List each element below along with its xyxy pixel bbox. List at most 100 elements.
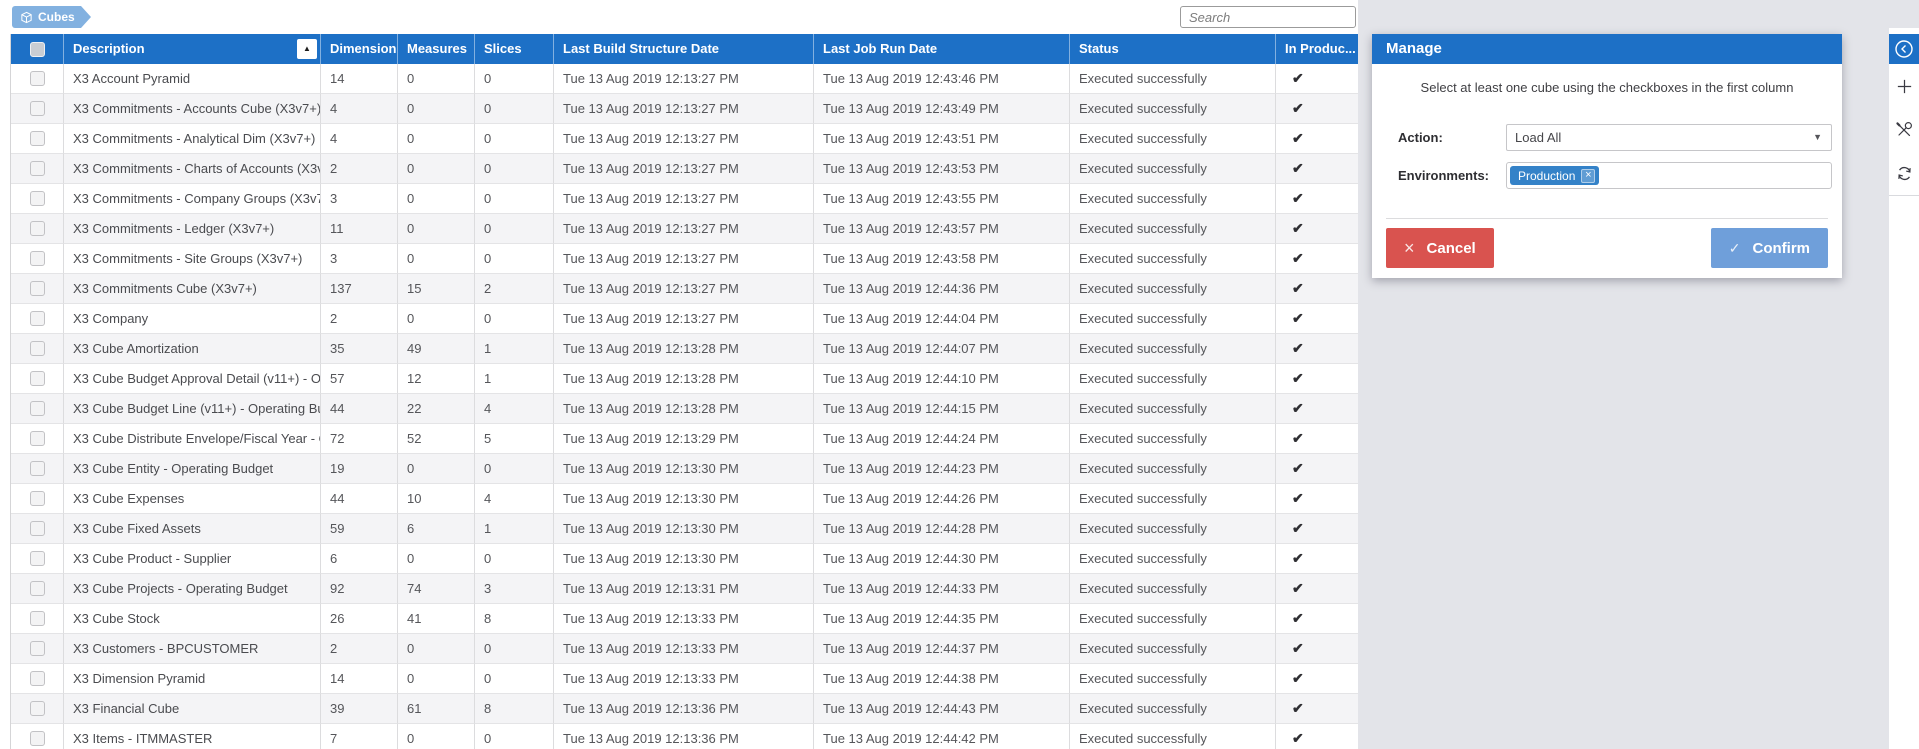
row-checkbox[interactable] <box>30 281 45 296</box>
cube-icon <box>20 11 38 24</box>
column-header-last-job[interactable]: Last Job Run Date <box>814 34 1070 64</box>
table-row[interactable]: X3 Cube Distribute Envelope/Fiscal Year … <box>11 424 1358 454</box>
row-checkbox[interactable] <box>30 611 45 626</box>
table-row[interactable]: X3 Commitments - Site Groups (X3v7+)300T… <box>11 244 1358 274</box>
table-row[interactable]: X3 Commitments - Analytical Dim (X3v7+)4… <box>11 124 1358 154</box>
cell-last-build-date: Tue 13 Aug 2019 12:13:27 PM <box>554 94 814 124</box>
add-button[interactable] <box>1889 64 1919 108</box>
in-production-check-icon: ✔ <box>1284 340 1304 356</box>
search-input[interactable] <box>1180 6 1356 28</box>
cell-measures: 12 <box>398 364 475 394</box>
row-checkbox[interactable] <box>30 251 45 266</box>
table-row[interactable]: X3 Commitments - Charts of Accounts (X3v… <box>11 154 1358 184</box>
in-production-check-icon: ✔ <box>1284 520 1304 536</box>
cell-measures: 0 <box>398 454 475 484</box>
row-checkbox[interactable] <box>30 521 45 536</box>
column-header-dimensions[interactable]: Dimensions <box>321 34 398 64</box>
row-checkbox[interactable] <box>30 641 45 656</box>
cell-slices: 0 <box>475 664 554 694</box>
cell-dimensions: 14 <box>321 664 398 694</box>
cell-last-job-date: Tue 13 Aug 2019 12:44:42 PM <box>814 724 1070 749</box>
tools-button[interactable] <box>1889 108 1919 152</box>
table-row[interactable]: X3 Cube Budget Line (v11+) - Operating B… <box>11 394 1358 424</box>
row-select-cell <box>11 544 64 574</box>
action-selected-value: Load All <box>1515 130 1561 145</box>
cell-status: Executed successfully <box>1070 544 1276 574</box>
table-row[interactable]: X3 Dimension Pyramid1400Tue 13 Aug 2019 … <box>11 664 1358 694</box>
table-row[interactable]: X3 Customers - BPCUSTOMER200Tue 13 Aug 2… <box>11 634 1358 664</box>
row-checkbox[interactable] <box>30 401 45 416</box>
collapse-panel-button[interactable] <box>1889 34 1919 64</box>
table-row[interactable]: X3 Cube Fixed Assets5961Tue 13 Aug 2019 … <box>11 514 1358 544</box>
table-row[interactable]: X3 Cube Expenses44104Tue 13 Aug 2019 12:… <box>11 484 1358 514</box>
row-checkbox[interactable] <box>30 461 45 476</box>
table-row[interactable]: X3 Cube Entity - Operating Budget1900Tue… <box>11 454 1358 484</box>
row-checkbox[interactable] <box>30 311 45 326</box>
row-checkbox[interactable] <box>30 731 45 746</box>
chevron-left-circle-icon <box>1894 39 1914 59</box>
column-header-measures[interactable]: Measures <box>398 34 475 64</box>
row-checkbox[interactable] <box>30 581 45 596</box>
row-checkbox[interactable] <box>30 161 45 176</box>
table-row[interactable]: X3 Commitments - Company Groups (X3v7+)3… <box>11 184 1358 214</box>
column-header-in-production[interactable]: In Produc... <box>1276 34 1358 64</box>
column-header-description[interactable]: Description ▲ <box>64 34 321 64</box>
column-header-status[interactable]: Status <box>1070 34 1276 64</box>
cell-last-build-date: Tue 13 Aug 2019 12:13:30 PM <box>554 484 814 514</box>
row-checkbox[interactable] <box>30 101 45 116</box>
table-row[interactable]: X3 Commitments - Ledger (X3v7+)1100Tue 1… <box>11 214 1358 244</box>
cell-last-job-date: Tue 13 Aug 2019 12:44:24 PM <box>814 424 1070 454</box>
panel-title: Manage <box>1386 40 1442 57</box>
row-checkbox[interactable] <box>30 341 45 356</box>
cell-in-production: ✔ <box>1276 724 1358 749</box>
row-checkbox[interactable] <box>30 551 45 566</box>
table-row[interactable]: X3 Cube Stock26418Tue 13 Aug 2019 12:13:… <box>11 604 1358 634</box>
row-checkbox[interactable] <box>30 191 45 206</box>
row-checkbox[interactable] <box>30 671 45 686</box>
table-row[interactable]: X3 Items - ITMMASTER700Tue 13 Aug 2019 1… <box>11 724 1358 749</box>
table-row[interactable]: X3 Cube Budget Approval Detail (v11+) - … <box>11 364 1358 394</box>
cell-measures: 61 <box>398 694 475 724</box>
cell-last-build-date: Tue 13 Aug 2019 12:13:27 PM <box>554 244 814 274</box>
row-checkbox[interactable] <box>30 221 45 236</box>
column-header-last-build[interactable]: Last Build Structure Date <box>554 34 814 64</box>
row-checkbox[interactable] <box>30 131 45 146</box>
chip-remove-icon[interactable]: × <box>1581 169 1595 183</box>
table-row[interactable]: X3 Financial Cube39618Tue 13 Aug 2019 12… <box>11 694 1358 724</box>
confirm-button[interactable]: ✓ Confirm <box>1711 228 1828 268</box>
row-checkbox[interactable] <box>30 701 45 716</box>
cell-last-build-date: Tue 13 Aug 2019 12:13:28 PM <box>554 334 814 364</box>
table-row[interactable]: X3 Company200Tue 13 Aug 2019 12:13:27 PM… <box>11 304 1358 334</box>
table-row[interactable]: X3 Account Pyramid1400Tue 13 Aug 2019 12… <box>11 64 1358 94</box>
row-checkbox[interactable] <box>30 431 45 446</box>
table-row[interactable]: X3 Cube Projects - Operating Budget92743… <box>11 574 1358 604</box>
action-select[interactable]: Load All ▼ <box>1506 124 1832 151</box>
cell-slices: 4 <box>475 394 554 424</box>
sort-ascending-icon[interactable]: ▲ <box>297 39 317 59</box>
cell-measures: 0 <box>398 244 475 274</box>
cell-in-production: ✔ <box>1276 334 1358 364</box>
cell-description: X3 Cube Expenses <box>64 484 321 514</box>
table-row[interactable]: X3 Commitments Cube (X3v7+)137152Tue 13 … <box>11 274 1358 304</box>
cell-status: Executed successfully <box>1070 514 1276 544</box>
cubes-tab[interactable]: Cubes <box>12 6 81 28</box>
row-checkbox[interactable] <box>30 491 45 506</box>
confirm-button-label: Confirm <box>1753 240 1811 257</box>
environments-field[interactable]: Production × <box>1506 162 1832 189</box>
select-all-checkbox[interactable] <box>30 42 45 57</box>
table-row[interactable]: X3 Cube Product - Supplier600Tue 13 Aug … <box>11 544 1358 574</box>
cell-dimensions: 137 <box>321 274 398 304</box>
cell-in-production: ✔ <box>1276 304 1358 334</box>
row-checkbox[interactable] <box>30 71 45 86</box>
cell-measures: 0 <box>398 64 475 94</box>
refresh-button[interactable] <box>1889 152 1919 196</box>
table-row[interactable]: X3 Cube Amortization35491Tue 13 Aug 2019… <box>11 334 1358 364</box>
cell-last-job-date: Tue 13 Aug 2019 12:44:10 PM <box>814 364 1070 394</box>
cancel-button[interactable]: × Cancel <box>1386 228 1494 268</box>
row-checkbox[interactable] <box>30 371 45 386</box>
table-row[interactable]: X3 Commitments - Accounts Cube (X3v7+)40… <box>11 94 1358 124</box>
cell-dimensions: 39 <box>321 694 398 724</box>
environment-chip-label: Production <box>1518 169 1575 183</box>
in-production-check-icon: ✔ <box>1284 220 1304 236</box>
column-header-slices[interactable]: Slices <box>475 34 554 64</box>
